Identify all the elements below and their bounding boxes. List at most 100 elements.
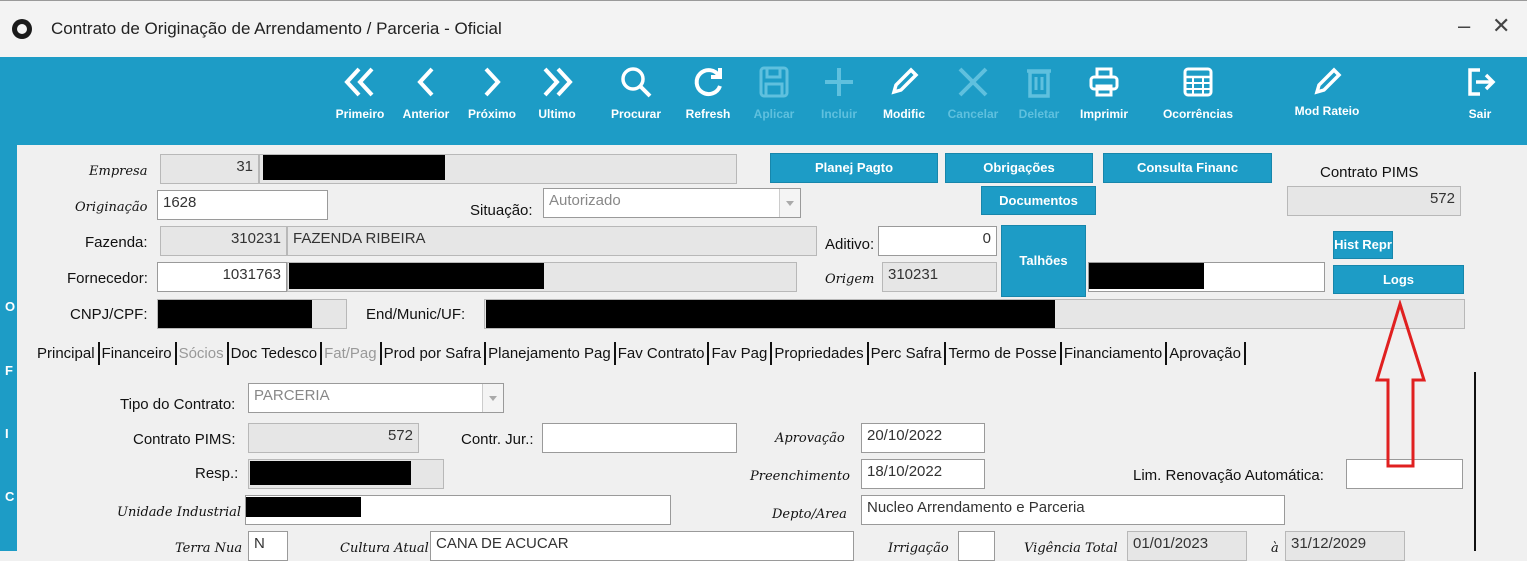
delete-button[interactable]: Deletar [1019,57,1059,145]
chevron-right-icon [484,67,501,97]
double-chevron-left-icon [344,67,374,97]
planej-pagto-button[interactable]: Planej Pagto [770,153,938,183]
last-record-button[interactable]: Ultimo [537,57,577,145]
redacted-block [246,497,361,517]
originacao-label: Originação [75,200,148,215]
tipo-contrato-label: Tipo do Contrato: [120,396,236,413]
fornecedor-label: Fornecedor: [67,270,148,287]
exit-button[interactable]: Sair [1460,57,1500,145]
close-button[interactable]: ✕ [1492,13,1510,39]
situacao-label: Situação: [470,202,533,219]
print-button[interactable]: Imprimir [1080,57,1128,145]
vigencia-separator: à [1271,541,1279,556]
vigencia-end-field[interactable]: 31/12/2029 [1285,531,1405,561]
tab-financeiro[interactable]: Financeiro [100,342,177,365]
next-record-button[interactable]: Próximo [468,57,516,145]
depto-area-label: Depto/Area [772,507,847,522]
irrigacao-field[interactable] [958,531,995,561]
modify-button[interactable]: Modific [883,57,925,145]
tab-planejamento-pag[interactable]: Planejamento Pag [486,342,616,365]
exit-icon [1468,68,1496,96]
depto-area-field[interactable]: Nucleo Arrendamento e Parceria [861,495,1285,525]
cultura-atual-field[interactable]: CANA DE ACUCAR [430,531,854,561]
tab-prod-por-safra[interactable]: Prod por Safra [382,342,487,365]
tab-financiamento[interactable]: Financiamento [1062,342,1168,365]
include-button[interactable]: Incluir [819,57,859,145]
tipo-contrato-value: PARCERIA [254,387,330,404]
aprovacao-field[interactable]: 20/10/2022 [861,423,985,453]
redacted-block [158,300,312,328]
occurrences-label: Ocorrências [1162,107,1234,121]
redacted-block [250,461,411,485]
printer-icon [1089,67,1119,97]
chevron-down-icon[interactable] [779,189,800,217]
origem-label: Origem [825,272,875,287]
fazenda-label: Fazenda: [85,234,148,251]
tab-fat-pag[interactable]: Fat/Pag [322,342,382,365]
preenchimento-label: Preenchimento [750,469,850,484]
fazenda-code-field[interactable]: 310231 [160,226,287,256]
toolbar: Primeiro Anterior Próximo Ultimo Procura… [0,57,1527,145]
preenchimento-field[interactable]: 18/10/2022 [861,459,985,489]
terra-nua-field[interactable]: N [248,531,288,561]
contr-jur-field[interactable] [542,423,737,453]
resp-label: Resp.: [195,465,239,482]
originacao-field[interactable]: 1628 [157,190,328,220]
calculator-icon [1183,67,1213,97]
tab-termo-de-posse[interactable]: Termo de Posse [946,342,1062,365]
refresh-button[interactable]: Refresh [686,57,730,145]
mod-rateio-button[interactable]: Mod Rateio [1295,57,1359,145]
talhoes-button[interactable]: Talhões [1001,225,1086,297]
side-letter: O [5,299,16,314]
consulta-financ-button[interactable]: Consulta Financ [1103,153,1272,183]
fazenda-name-field[interactable]: FAZENDA RIBEIRA [287,226,817,256]
trash-icon [1027,69,1051,98]
tab-doc-tedesco[interactable]: Doc Tedesco [229,342,323,365]
side-letter: I [5,426,9,441]
occurrences-button[interactable]: Ocorrências [1163,57,1233,145]
hist-repr-button[interactable]: Hist Repr [1333,231,1393,259]
tab-principal[interactable]: Principal [35,342,100,365]
tab-aprovacao[interactable]: Aprovação [1167,342,1246,365]
contrato-pims-field[interactable]: 572 [1287,186,1461,216]
pencil-icon [1314,67,1342,95]
x-icon [958,67,988,97]
first-record-button[interactable]: Primeiro [336,57,384,145]
exit-label: Sair [1468,107,1492,121]
aditivo-field[interactable]: 0 [878,226,997,256]
vigencia-start-field[interactable]: 01/01/2023 [1127,531,1247,561]
contrato-pims-tab-label: Contrato PIMS: [133,431,236,448]
cnpj-label: CNPJ/CPF: [70,306,148,323]
double-chevron-right-icon [543,67,573,97]
contrato-pims-label: Contrato PIMS [1320,164,1419,181]
save-icon [759,66,789,98]
annotation-arrow-icon [1374,300,1427,468]
origem-field[interactable]: 310231 [882,262,997,292]
tab-perc-safra[interactable]: Perc Safra [869,342,947,365]
minimize-button[interactable]: – [1458,13,1470,39]
cultura-atual-label: Cultura Atual [340,541,429,556]
documentos-button[interactable]: Documentos [981,186,1096,215]
cancel-button[interactable]: Cancelar [948,57,998,145]
tab-fav-contrato[interactable]: Fav Contrato [616,342,710,365]
previous-record-button[interactable]: Anterior [403,57,449,145]
redacted-block [289,263,544,289]
tipo-contrato-select[interactable]: PARCERIA [248,383,504,413]
tab-socios[interactable]: Sócios [177,342,229,365]
unidade-industrial-label: Unidade Industrial [117,505,242,520]
empresa-code-field[interactable]: 31 [160,154,259,184]
search-button[interactable]: Procurar [611,57,661,145]
apply-button[interactable]: Aplicar [754,57,794,145]
logs-button[interactable]: Logs [1333,265,1464,294]
obrigacoes-button[interactable]: Obrigações [945,153,1093,183]
tab-propriedades[interactable]: Propriedades [772,342,869,365]
fornecedor-code-field[interactable]: 1031763 [157,262,287,292]
redacted-block [263,155,445,180]
app-icon [12,19,32,39]
tab-fav-pag[interactable]: Fav Pag [709,342,773,365]
chevron-down-icon[interactable] [482,384,503,412]
lim-renovacao-label: Lim. Renovação Automática: [1133,467,1324,484]
aditivo-label: Aditivo: [825,236,875,253]
contrato-pims-tab-field[interactable]: 572 [248,423,419,453]
situacao-select[interactable]: Autorizado [543,188,801,218]
